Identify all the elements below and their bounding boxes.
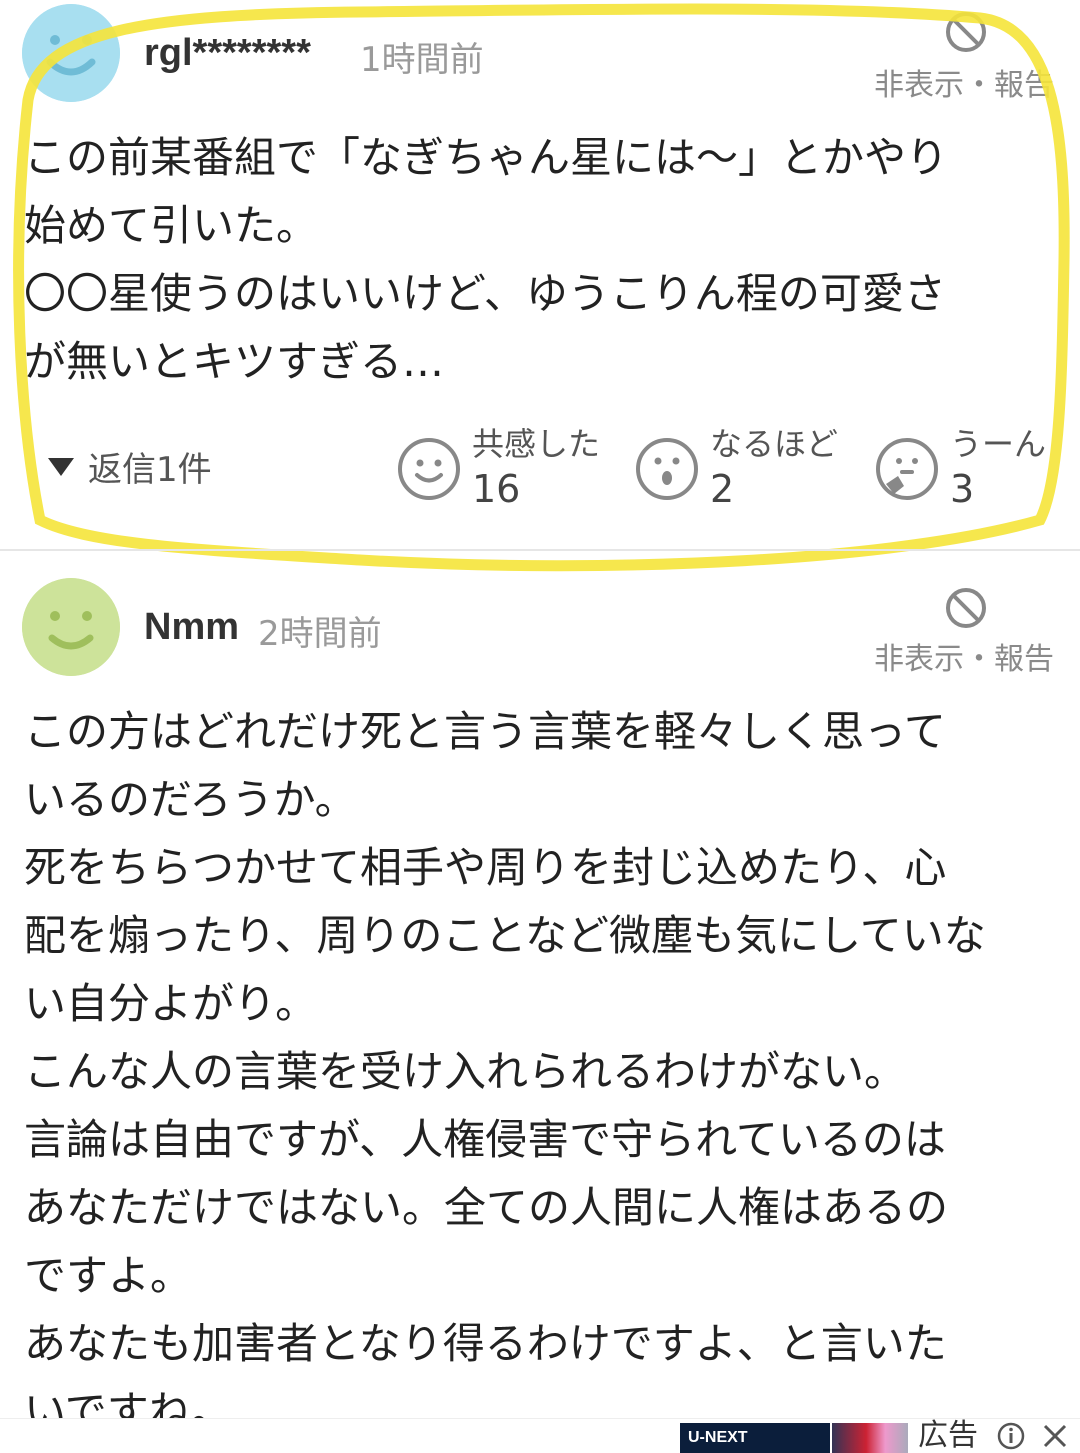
- reaction-label: なるほど: [710, 425, 839, 463]
- username[interactable]: Nmm: [144, 606, 239, 649]
- timestamp: 1時間前: [360, 40, 484, 80]
- reply-toggle[interactable]: 返信1件: [48, 442, 212, 491]
- block-icon[interactable]: [944, 10, 988, 54]
- ad-label: 広告: [918, 1418, 978, 1453]
- avatar[interactable]: [22, 4, 120, 102]
- thinking-face-icon: [876, 438, 938, 500]
- block-icon[interactable]: [944, 586, 988, 630]
- comment-body: この方はどれだけ死と言う言葉を軽々しく思って いるのだろうか。 死をちらつかせて…: [24, 707, 986, 1436]
- surprised-face-icon: [636, 438, 698, 500]
- caret-down-icon: [48, 457, 74, 476]
- smile-face-icon: [398, 438, 460, 500]
- comment-body: この前某番組で「なぎちゃん星には〜」とかやり 始めて引いた。 〇〇星使うのはいい…: [24, 133, 949, 386]
- reaction-understand-button[interactable]: なるほど 2: [634, 424, 838, 514]
- username[interactable]: rgl********: [144, 32, 311, 75]
- divider: [0, 549, 1080, 551]
- reaction-agree-button[interactable]: 共感した 16: [396, 424, 600, 514]
- ad-brand[interactable]: U-NEXT: [680, 1423, 830, 1453]
- hide-report-link[interactable]: 非表示・報告: [874, 634, 1054, 678]
- close-icon[interactable]: [1040, 1421, 1070, 1451]
- timestamp: 2時間前: [258, 614, 382, 654]
- info-icon[interactable]: [996, 1421, 1026, 1451]
- avatar[interactable]: [22, 578, 120, 676]
- comment-card: rgl******** 1時間前 非表示・報告 この前某番組で「なぎちゃん星には…: [0, 0, 1080, 548]
- ad-banner[interactable]: U-NEXT 広告: [0, 1418, 1080, 1453]
- reply-count: 返信1件: [88, 450, 212, 490]
- reaction-label: 共感した: [472, 425, 601, 463]
- hide-report-link[interactable]: 非表示・報告: [874, 60, 1054, 104]
- ad-image[interactable]: [832, 1423, 908, 1453]
- reaction-label: うーん: [950, 425, 1047, 463]
- reaction-count: 16: [472, 467, 521, 511]
- comment-card: Nmm 2時間前 非表示・報告 この方はどれだけ死と言う言葉を軽々しく思って い…: [0, 556, 1080, 1436]
- reaction-count: 3: [950, 467, 975, 511]
- reaction-count: 2: [710, 467, 735, 511]
- reaction-hmm-button[interactable]: うーん 3: [874, 424, 1046, 514]
